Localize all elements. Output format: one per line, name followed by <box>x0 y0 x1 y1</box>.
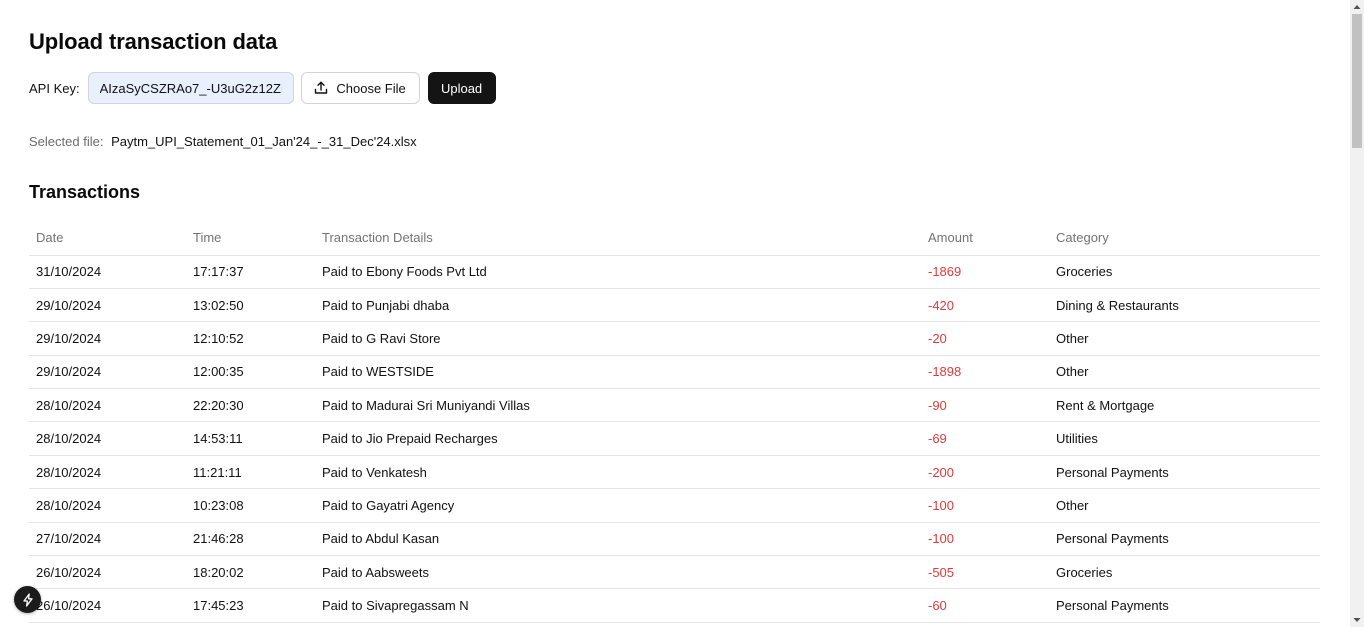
cell-category: Personal Payments <box>1049 522 1320 557</box>
cell-date: 27/10/2024 <box>29 522 186 557</box>
cell-time: 22:20:30 <box>186 388 315 423</box>
selected-file-name: Paytm_UPI_Statement_01_Jan'24_-_31_Dec'2… <box>111 134 417 149</box>
choose-file-button[interactable]: Choose File <box>300 72 420 104</box>
cell-amount: -1898 <box>921 355 1049 390</box>
cell-amount: -200 <box>921 455 1049 490</box>
upload-button[interactable]: Upload <box>427 72 496 104</box>
table-row: 27/10/2024 21:46:28 Paid to Abdul Kasan … <box>29 522 1320 557</box>
selected-file-label: Selected file: <box>29 134 104 149</box>
cell-date: 28/10/2024 <box>29 421 186 456</box>
cell-amount: -420 <box>921 288 1049 323</box>
cell-time: 12:10:52 <box>186 321 315 356</box>
cell-amount: -69 <box>921 421 1049 456</box>
selected-file-info: Selected file: Paytm_UPI_Statement_01_Ja… <box>29 134 417 149</box>
cell-date: 29/10/2024 <box>29 321 186 356</box>
cell-amount: -60 <box>921 588 1049 623</box>
cell-details: Paid to Ebony Foods Pvt Ltd <box>315 255 921 289</box>
cell-amount: -90 <box>921 388 1049 423</box>
cell-details: Paid to Sivapregassam N <box>315 588 921 623</box>
cell-amount: -100 <box>921 488 1049 523</box>
cell-date: 28/10/2024 <box>29 455 186 490</box>
cell-time: 18:20:02 <box>186 555 315 590</box>
cell-amount: -505 <box>921 555 1049 590</box>
table-row: 28/10/2024 10:23:08 Paid to Gayatri Agen… <box>29 488 1320 523</box>
cell-date: 26/10/2024 <box>29 555 186 590</box>
upload-controls: API Key: Choose File Upload <box>29 72 496 104</box>
cell-details: Paid to WESTSIDE <box>315 355 921 390</box>
header-date: Date <box>29 220 186 256</box>
cell-date: 26/10/2024 <box>29 588 186 623</box>
table-row: 28/10/2024 11:21:11 Paid to Venkatesh -2… <box>29 455 1320 490</box>
cell-details: Paid to Gayatri Agency <box>315 488 921 523</box>
cell-date: 28/10/2024 <box>29 488 186 523</box>
cell-time: 21:46:28 <box>186 522 315 557</box>
table-header-row: Date Time Transaction Details Amount Cat… <box>29 220 1320 256</box>
cell-amount: -1869 <box>921 255 1049 289</box>
cell-details: Paid to Abdul Kasan <box>315 522 921 557</box>
api-key-input[interactable] <box>87 72 294 104</box>
table-row: 29/10/2024 12:00:35 Paid to WESTSIDE -18… <box>29 355 1320 390</box>
cell-time: 17:17:37 <box>186 255 315 289</box>
choose-file-label: Choose File <box>336 80 406 96</box>
cell-details: Paid to G Ravi Store <box>315 321 921 356</box>
cell-category: Groceries <box>1049 555 1320 590</box>
cell-category: Personal Payments <box>1049 588 1320 623</box>
table-row: 31/10/2024 17:17:37 Paid to Ebony Foods … <box>29 255 1320 289</box>
header-category: Category <box>1049 220 1320 256</box>
cell-date: 29/10/2024 <box>29 288 186 323</box>
table-row: 28/10/2024 22:20:30 Paid to Madurai Sri … <box>29 388 1320 423</box>
scrollbar-thumb[interactable] <box>1352 14 1362 148</box>
cell-category: Dining & Restaurants <box>1049 288 1320 323</box>
cell-time: 13:02:50 <box>186 288 315 323</box>
page: Upload transaction data API Key: Choose … <box>0 0 1350 627</box>
cell-details: Paid to Aabsweets <box>315 555 921 590</box>
header-time: Time <box>186 220 315 256</box>
dev-tools-button[interactable] <box>14 586 41 613</box>
table-row: 26/10/2024 18:20:02 Paid to Aabsweets -5… <box>29 555 1320 590</box>
cell-category: Other <box>1049 355 1320 390</box>
cell-category: Groceries <box>1049 255 1320 289</box>
cell-category: Rent & Mortgage <box>1049 388 1320 423</box>
cell-time: 17:45:23 <box>186 588 315 623</box>
cell-details: Paid to Jio Prepaid Recharges <box>315 421 921 456</box>
cell-date: 28/10/2024 <box>29 388 186 423</box>
table-row: 28/10/2024 14:53:11 Paid to Jio Prepaid … <box>29 421 1320 456</box>
transactions-table: Date Time Transaction Details Amount Cat… <box>29 220 1320 623</box>
header-amount: Amount <box>921 220 1049 256</box>
cell-time: 10:23:08 <box>186 488 315 523</box>
cell-details: Paid to Venkatesh <box>315 455 921 490</box>
cell-category: Other <box>1049 488 1320 523</box>
cell-amount: -20 <box>921 321 1049 356</box>
table-row: 29/10/2024 12:10:52 Paid to G Ravi Store… <box>29 321 1320 356</box>
cell-category: Other <box>1049 321 1320 356</box>
cell-time: 14:53:11 <box>186 421 315 456</box>
cell-category: Personal Payments <box>1049 455 1320 490</box>
page-title: Upload transaction data <box>29 29 278 54</box>
table-row: 29/10/2024 13:02:50 Paid to Punjabi dhab… <box>29 288 1320 323</box>
cell-amount: -100 <box>921 522 1049 557</box>
scroll-up-arrow-icon[interactable] <box>1350 0 1364 14</box>
vertical-scrollbar[interactable] <box>1350 0 1364 627</box>
cell-time: 11:21:11 <box>186 455 315 490</box>
cell-date: 29/10/2024 <box>29 355 186 390</box>
table-row: 26/10/2024 17:45:23 Paid to Sivapregassa… <box>29 588 1320 623</box>
upload-icon <box>315 81 328 94</box>
cell-time: 12:00:35 <box>186 355 315 390</box>
lightning-icon <box>22 592 33 607</box>
header-details: Transaction Details <box>315 220 921 256</box>
cell-date: 31/10/2024 <box>29 255 186 289</box>
scroll-down-arrow-icon[interactable] <box>1350 613 1364 627</box>
cell-details: Paid to Madurai Sri Muniyandi Villas <box>315 388 921 423</box>
cell-category: Utilities <box>1049 421 1320 456</box>
transactions-heading: Transactions <box>29 182 141 202</box>
api-key-label: API Key: <box>29 80 80 96</box>
cell-details: Paid to Punjabi dhaba <box>315 288 921 323</box>
